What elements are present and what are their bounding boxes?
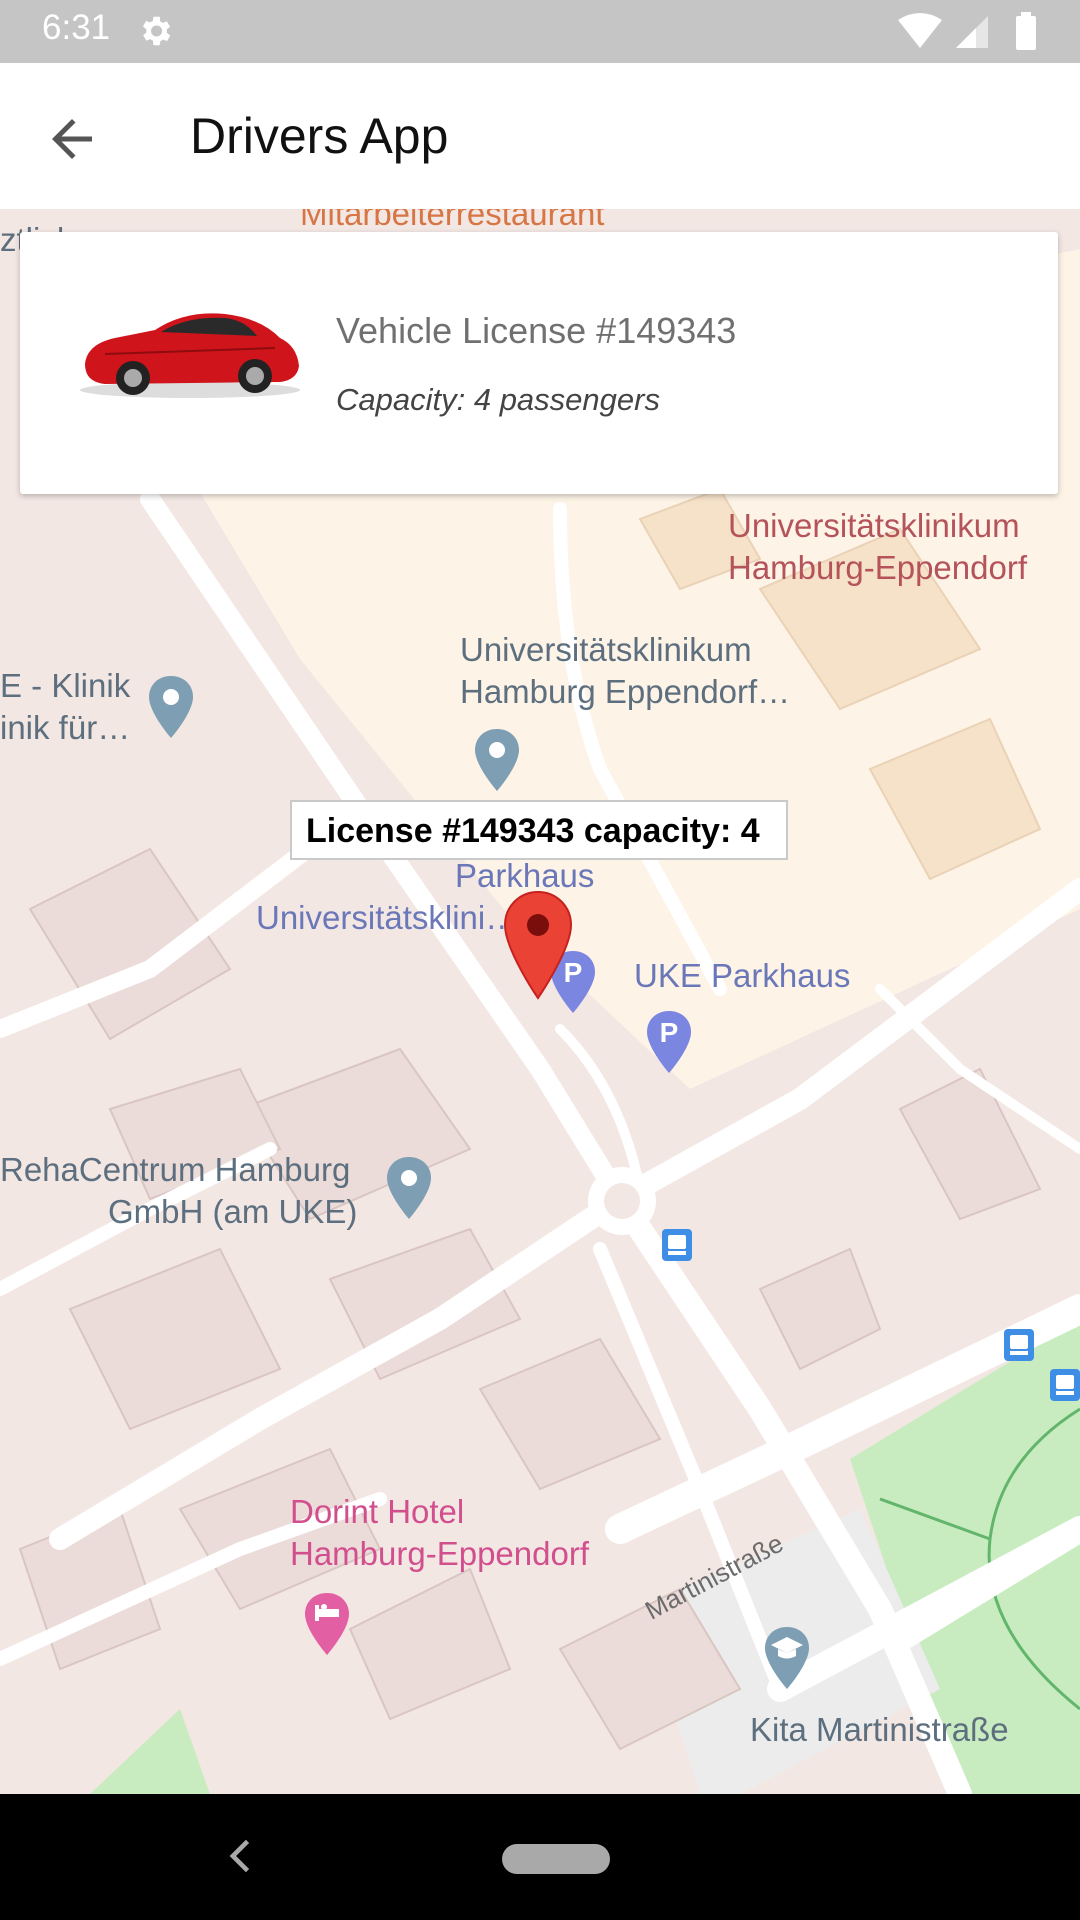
back-arrow-icon[interactable] (42, 109, 102, 169)
status-icons (898, 12, 1036, 50)
map-label-uke-parkhaus: UKE Parkhaus (634, 957, 851, 994)
app-bar: Drivers App (0, 63, 1080, 209)
marker-info-window[interactable]: License #149343 capacity: 4 (290, 800, 788, 860)
map-label-uke-slate-2: Hamburg Eppendorf… (460, 673, 791, 710)
capacity-text: Capacity: 4 passengers (336, 382, 660, 417)
nav-home-pill[interactable] (502, 1844, 610, 1874)
map-label-hotel-2: Hamburg-Eppendorf (290, 1535, 589, 1572)
car-image (80, 313, 300, 398)
nav-back-icon[interactable] (220, 1834, 264, 1878)
battery-icon (1016, 16, 1036, 50)
bus-stop-icon[interactable] (662, 1229, 692, 1261)
bus-stop-icon[interactable] (1004, 1329, 1034, 1361)
vehicle-card[interactable]: Vehicle License #149343 Capacity: 4 pass… (20, 232, 1058, 494)
parking-icon[interactable]: P (644, 1009, 694, 1075)
place-pin-icon[interactable] (146, 674, 196, 740)
place-pin-icon[interactable] (472, 727, 522, 793)
school-icon[interactable] (762, 1625, 812, 1691)
map-label-uke-1: Universitätsklinikum (728, 507, 1020, 544)
info-window-text: License #149343 capacity: 4 (306, 812, 760, 850)
svg-text:P: P (660, 1017, 679, 1048)
hotel-icon[interactable] (302, 1591, 352, 1657)
gear-icon (142, 16, 171, 46)
map-label-uke-slate-1: Universitätsklinikum (460, 631, 752, 668)
bus-stop-icon[interactable] (1050, 1369, 1080, 1401)
status-bar: 6:31 (0, 0, 1080, 63)
app-title: Drivers App (190, 108, 449, 164)
map-label-reha-1: RehaCentrum Hamburg (0, 1151, 351, 1188)
map-label-uke-2: Hamburg-Eppendorf (728, 549, 1027, 586)
map-label-klinik-1: E - Klinik (0, 667, 131, 704)
place-pin-icon[interactable] (384, 1155, 434, 1221)
wifi-icon (898, 13, 942, 48)
map-label-kita: Kita Martinistraße (750, 1711, 1009, 1748)
map-label-klinik-2: inik für… (0, 709, 131, 746)
map-label-hotel-1: Dorint Hotel (290, 1493, 465, 1530)
system-nav-bar (0, 1794, 1080, 1920)
map-marker-icon[interactable] (503, 890, 573, 1000)
status-time: 6:31 (42, 8, 111, 47)
vehicle-license-text: Vehicle License #149343 (336, 310, 737, 351)
map-label-reha-2: GmbH (am UKE) (108, 1193, 358, 1230)
